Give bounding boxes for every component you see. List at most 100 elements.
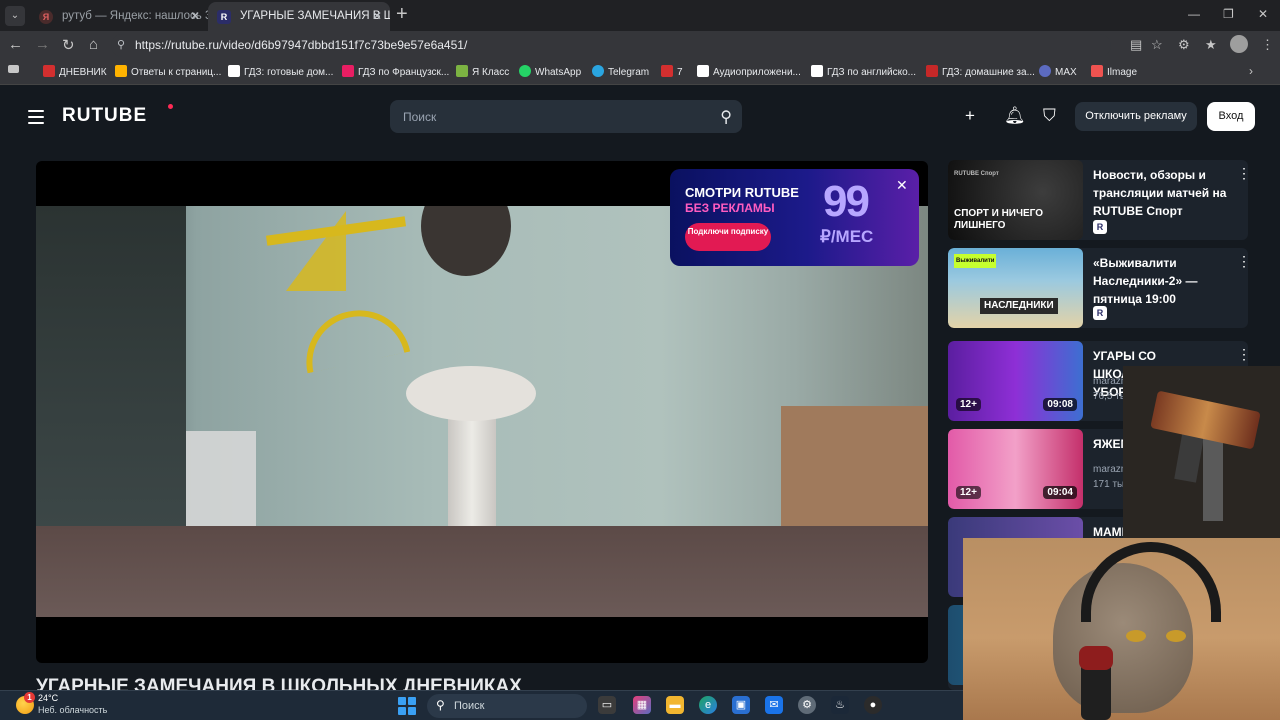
bookmark-item[interactable]: MAX (1039, 65, 1077, 78)
steam-icon[interactable]: ♨ (831, 696, 849, 714)
tab-rutube-video[interactable]: R УГАРНЫЕ ЗАМЕЧАНИЯ В ШКОЛЕ ✕ (208, 2, 390, 31)
search-icon[interactable]: ⚲ (720, 107, 732, 127)
bookmark-item[interactable]: WhatsApp (519, 65, 581, 78)
card-title[interactable]: Новости, обзоры и трансляции матчей на R… (1093, 166, 1231, 220)
taskbar-search-input[interactable]: ⚲ Поиск (427, 694, 587, 718)
thumb-text: СПОРТ И НИЧЕГО ЛИШНЕГО (954, 208, 1043, 231)
bookmark-item[interactable]: ГДЗ: домашние за... (926, 65, 1035, 78)
file-explorer-icon[interactable]: ▬ (666, 696, 684, 714)
edge-browser-icon[interactable]: e (699, 696, 717, 714)
bookmark-item[interactable]: ГДЗ по английско... (811, 65, 916, 78)
start-menu-icon[interactable] (398, 697, 416, 715)
minimize-icon[interactable]: — (1188, 7, 1200, 21)
widgets-icon[interactable]: ▦ (633, 696, 651, 714)
site-info-icon[interactable]: ⚲ (117, 38, 125, 51)
subscription-promo-banner[interactable]: СМОТРИ RUTUBE БЕЗ РЕКЛАМЫ Подключи подпи… (670, 169, 919, 266)
bookmark-item[interactable]: Я Класс (456, 65, 509, 78)
tab-title: УГАРНЫЕ ЗАМЕЧАНИЯ В ШКОЛЕ (240, 10, 390, 22)
headphones (1081, 542, 1221, 622)
profile-avatar[interactable] (1230, 35, 1248, 53)
reload-icon[interactable]: ↻ (62, 36, 75, 54)
login-button[interactable]: Вход (1207, 102, 1255, 131)
tab-yandex[interactable]: Я рутуб — Яндекс: нашлось 3 тыс ✕ (30, 2, 208, 31)
search-input[interactable]: Поиск ⚲ (390, 100, 742, 133)
bookmark-item[interactable]: Telegram (592, 65, 649, 78)
yandex-icon: Я (39, 10, 53, 24)
bookmark-item[interactable]: ГДЗ: готовые дом... (228, 65, 333, 78)
thumb-brand: RUTUBE Спорт (954, 171, 999, 177)
recommendation-card[interactable]: RUTUBE Спорт СПОРТ И НИЧЕГО ЛИШНЕГО Ново… (948, 160, 1248, 240)
search-placeholder: Поиск (403, 110, 437, 124)
video-frame[interactable] (36, 206, 928, 617)
close-tab-icon[interactable]: ✕ (372, 2, 382, 31)
search-icon: ⚲ (436, 698, 445, 712)
favorites-icon[interactable]: ★ (1205, 37, 1217, 53)
more-options-icon[interactable]: ⋮ (1237, 346, 1248, 363)
mail-icon[interactable]: ✉ (765, 696, 783, 714)
video-thumbnail[interactable]: 12+ 09:04 (948, 429, 1083, 509)
rutube-badge-icon: R (1093, 220, 1107, 234)
bookmark-item[interactable]: 7 (661, 65, 683, 78)
bookmark-icon (1091, 65, 1103, 77)
url-text: https://rutube.ru/video/d6b97947dbbd151f… (135, 38, 468, 52)
duration-badge: 09:04 (1043, 486, 1077, 499)
close-promo-icon[interactable]: ✕ (896, 177, 908, 194)
weapon-skin-overlay (1123, 366, 1280, 538)
upload-plus-icon[interactable]: + (965, 106, 975, 126)
app-icon[interactable]: ● (864, 696, 882, 714)
tab-title: рутуб — Яндекс: нашлось 3 тыс (62, 10, 208, 22)
promo-line-2: БЕЗ РЕКЛАМЫ (685, 201, 775, 215)
bookmarks-icon[interactable] (8, 65, 23, 76)
subscribe-button[interactable]: Подключи подписку (685, 223, 771, 251)
bookmark-icon (661, 65, 673, 77)
tab-list-button[interactable]: ⌄ (5, 6, 25, 26)
thumb-text: НАСЛЕДНИКИ (980, 298, 1058, 314)
bookmark-item[interactable]: ГДЗ по Французск... (342, 65, 449, 78)
video-thumbnail[interactable]: 12+ 09:08 (948, 341, 1083, 421)
disable-ads-button[interactable]: Отключить рекламу (1075, 102, 1197, 131)
recommendation-card[interactable]: Выживалити НАСЛЕДНИКИ «Выживалити Наслед… (948, 248, 1248, 328)
bookmark-item[interactable]: Аудиоприложени... (697, 65, 801, 78)
reader-mode-icon[interactable]: ▤ (1130, 37, 1142, 53)
bookmark-item[interactable]: Ilmage (1091, 65, 1137, 78)
cat-eye (1126, 630, 1146, 642)
card-title[interactable]: «Выживалити Наследники-2» — пятница 19:0… (1093, 254, 1231, 308)
weather-temperature[interactable]: 24°C (38, 693, 58, 703)
thumb-brand: Выживалити (954, 254, 997, 268)
task-view-icon[interactable]: ▭ (598, 696, 616, 714)
url-field[interactable]: ⚲ https://rutube.ru/video/d6b97947dbbd15… (111, 34, 1111, 57)
bookmark-item[interactable]: Ответы к страниц... (115, 65, 221, 78)
age-rating-badge: 12+ (956, 486, 981, 499)
home-icon[interactable]: ⌂ (89, 36, 98, 53)
new-tab-button[interactable]: + (396, 3, 408, 26)
chevron-right-icon[interactable]: › (1249, 64, 1253, 78)
hamburger-menu-icon[interactable] (28, 110, 44, 128)
more-options-icon[interactable]: ⋮ (1237, 165, 1248, 182)
restore-icon[interactable]: ❐ (1223, 7, 1234, 21)
bookmark-item[interactable]: ДНЕВНИК (43, 65, 107, 78)
shield-icon[interactable]: ⛉ (1043, 106, 1056, 126)
logo-dot (168, 104, 173, 109)
close-tab-icon[interactable]: ✕ (190, 2, 200, 31)
browser-tab-strip: ⌄ Я рутуб — Яндекс: нашлось 3 тыс ✕ R УГ… (0, 0, 1280, 31)
close-window-icon[interactable]: ✕ (1258, 7, 1268, 21)
video-thumbnail[interactable]: RUTUBE Спорт СПОРТ И НИЧЕГО ЛИШНЕГО (948, 160, 1083, 240)
rutube-icon: R (217, 10, 231, 24)
back-icon[interactable]: ← (8, 36, 23, 53)
bell-icon[interactable]: 🔔︎ (1004, 106, 1026, 126)
settings-gear-icon[interactable]: ⚙ (798, 696, 816, 714)
more-options-icon[interactable]: ⋮ (1237, 253, 1248, 270)
favorite-star-icon[interactable]: ☆ (1151, 37, 1163, 53)
rutube-logo[interactable]: RUTUBE (62, 105, 147, 127)
store-icon[interactable]: ▣ (732, 696, 750, 714)
duration-badge: 09:08 (1043, 398, 1077, 411)
video-thumbnail[interactable]: Выживалити НАСЛЕДНИКИ (948, 248, 1083, 328)
video-player[interactable]: СМОТРИ RUTUBE БЕЗ РЕКЛАМЫ Подключи подпи… (36, 161, 928, 663)
extensions-icon[interactable]: ⚙ (1178, 37, 1190, 53)
sink (406, 366, 536, 421)
floor (36, 526, 928, 617)
forward-icon[interactable]: → (35, 36, 50, 53)
menu-dots-icon[interactable]: ⋮ (1261, 37, 1274, 53)
taskbar-search-placeholder: Поиск (454, 700, 485, 712)
weather-description[interactable]: Неб. облачность (38, 705, 107, 715)
